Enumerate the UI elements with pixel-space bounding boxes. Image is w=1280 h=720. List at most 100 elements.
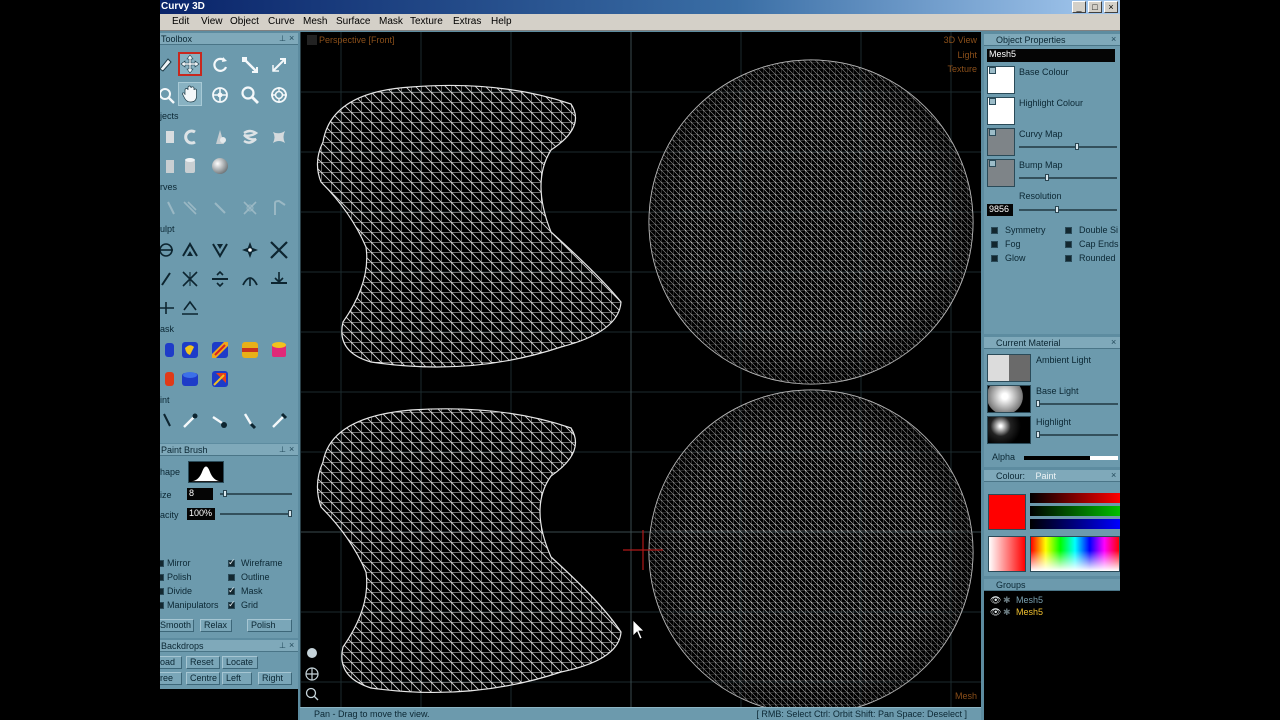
- menu-extras[interactable]: Extras: [453, 16, 481, 27]
- size-input[interactable]: 8: [187, 488, 213, 500]
- size-slider[interactable]: [220, 490, 292, 497]
- close-icon[interactable]: ×: [1111, 470, 1119, 481]
- maximize-button[interactable]: □: [1088, 1, 1102, 13]
- scale-tool-icon[interactable]: [238, 53, 262, 77]
- highlight-swatch[interactable]: [987, 416, 1031, 444]
- sphere-nav-icon[interactable]: [307, 648, 317, 658]
- mask-5-icon[interactable]: [267, 338, 291, 362]
- mask-3-icon[interactable]: [208, 338, 232, 362]
- menu-surface[interactable]: Surface: [336, 16, 370, 27]
- hue-spectrum-picker[interactable]: [1030, 536, 1120, 572]
- load-backdrop-button[interactable]: oad: [160, 656, 182, 669]
- free-backdrop-button[interactable]: ree: [160, 672, 182, 685]
- 3d-viewport[interactable]: Perspective [Front] 3D View Light Textur…: [300, 32, 981, 707]
- divide-checkbox[interactable]: [160, 588, 164, 595]
- base-light-slider[interactable]: [1036, 400, 1118, 407]
- sculpt-7-icon[interactable]: [178, 267, 202, 291]
- wireframe-checkbox[interactable]: [228, 557, 236, 568]
- pan-hand-icon[interactable]: [178, 82, 202, 106]
- opacity-slider[interactable]: [220, 510, 292, 517]
- highlight-slider[interactable]: [1036, 431, 1118, 438]
- object-box-icon[interactable]: [160, 154, 178, 178]
- orbit-tool-icon[interactable]: [208, 83, 232, 107]
- menu-view[interactable]: View: [201, 16, 223, 27]
- lock-icon[interactable]: [989, 160, 996, 167]
- highlight-knob[interactable]: [1036, 431, 1040, 438]
- lock-icon[interactable]: [989, 67, 996, 74]
- fog-checkbox[interactable]: [991, 241, 998, 248]
- sculpt-11-icon[interactable]: [160, 296, 178, 320]
- curve-tool-4-icon[interactable]: [238, 196, 262, 220]
- mask-4-icon[interactable]: [238, 338, 262, 362]
- light-label[interactable]: Light: [957, 50, 977, 60]
- resolution-slider[interactable]: [1019, 206, 1117, 213]
- 3d-view-label[interactable]: 3D View: [944, 35, 977, 45]
- ambient-light-swatch[interactable]: [987, 354, 1031, 382]
- menu-mask[interactable]: Mask: [379, 16, 403, 27]
- opacity-slider-knob[interactable]: [288, 510, 292, 517]
- alpha-slider[interactable]: [1024, 456, 1118, 460]
- group-item-active[interactable]: 👁 ✱ Mesh5: [984, 607, 1120, 619]
- sculpt-1-icon[interactable]: [160, 238, 178, 262]
- sculpt-6-icon[interactable]: [160, 267, 178, 291]
- pin-icon[interactable]: ⊥: [279, 641, 288, 650]
- bump-map-slider[interactable]: [1019, 174, 1117, 181]
- close-icon[interactable]: ×: [1111, 34, 1119, 45]
- mask-1-icon[interactable]: [160, 338, 178, 362]
- close-icon[interactable]: ×: [289, 444, 297, 455]
- sculpt-3-icon[interactable]: [208, 238, 232, 262]
- viewport-view-label[interactable]: Perspective [Front]: [319, 35, 395, 45]
- object-blob-icon[interactable]: [267, 125, 291, 149]
- close-icon[interactable]: ×: [289, 640, 297, 651]
- base-light-swatch[interactable]: [987, 385, 1031, 413]
- manipulators-checkbox[interactable]: [160, 602, 164, 609]
- smooth-button[interactable]: Smooth: [160, 619, 194, 632]
- menu-object[interactable]: Object: [230, 16, 259, 27]
- resolution-knob[interactable]: [1055, 206, 1059, 213]
- viewport-menu-icon[interactable]: [307, 35, 317, 45]
- colour-mode-label[interactable]: Paint: [1036, 471, 1057, 481]
- menu-help[interactable]: Help: [491, 16, 512, 27]
- zoom-icon[interactable]: [238, 83, 262, 107]
- mask-6-icon[interactable]: [160, 367, 178, 391]
- curve-tool-1-icon[interactable]: [160, 196, 178, 220]
- close-icon[interactable]: ×: [289, 33, 297, 44]
- close-button[interactable]: ×: [1104, 1, 1118, 13]
- lock-icon[interactable]: [989, 129, 996, 136]
- object-name-field[interactable]: Mesh5: [987, 49, 1115, 62]
- curvy-map-slider[interactable]: [1019, 143, 1117, 150]
- minimize-button[interactable]: _: [1072, 1, 1086, 13]
- curve-tool-5-icon[interactable]: [267, 196, 291, 220]
- grid-checkbox[interactable]: [228, 599, 236, 610]
- red-channel-slider[interactable]: [1030, 493, 1120, 503]
- cap-ends-checkbox[interactable]: [1065, 241, 1072, 248]
- curve-tool-2-icon[interactable]: [178, 196, 202, 220]
- close-icon[interactable]: ×: [1111, 337, 1119, 348]
- blue-channel-slider[interactable]: [1030, 519, 1120, 529]
- bump-map-knob[interactable]: [1045, 174, 1049, 181]
- sculpt-2-icon[interactable]: [178, 238, 202, 262]
- locate-backdrop-button[interactable]: Locate: [222, 656, 258, 669]
- relax-button[interactable]: Relax: [200, 619, 232, 632]
- paint-4-icon[interactable]: [238, 409, 262, 433]
- transform-tool-icon[interactable]: [267, 53, 291, 77]
- current-colour-swatch[interactable]: [988, 494, 1026, 530]
- resolution-field[interactable]: 9856: [987, 204, 1013, 216]
- glow-checkbox[interactable]: [991, 255, 998, 262]
- sculpt-4-icon[interactable]: [238, 238, 262, 262]
- lock-icon[interactable]: ✱: [1003, 595, 1011, 606]
- sculpt-8-icon[interactable]: [208, 267, 232, 291]
- size-slider-knob[interactable]: [223, 490, 228, 497]
- outline-checkbox[interactable]: [228, 574, 235, 581]
- centre-view-icon[interactable]: [267, 83, 291, 107]
- menu-curve[interactable]: Curve: [268, 16, 295, 27]
- object-cylinder-icon[interactable]: [178, 154, 202, 178]
- lock-icon[interactable]: [989, 98, 996, 105]
- paint-1-icon[interactable]: [160, 409, 178, 433]
- reset-backdrop-button[interactable]: Reset: [186, 656, 220, 669]
- sculpt-9-icon[interactable]: [238, 267, 262, 291]
- visibility-eye-icon[interactable]: 👁: [990, 595, 1001, 606]
- double-sided-checkbox[interactable]: [1065, 227, 1072, 234]
- zoom-nav-icon[interactable]: [305, 687, 319, 701]
- pin-icon[interactable]: ⊥: [279, 34, 288, 43]
